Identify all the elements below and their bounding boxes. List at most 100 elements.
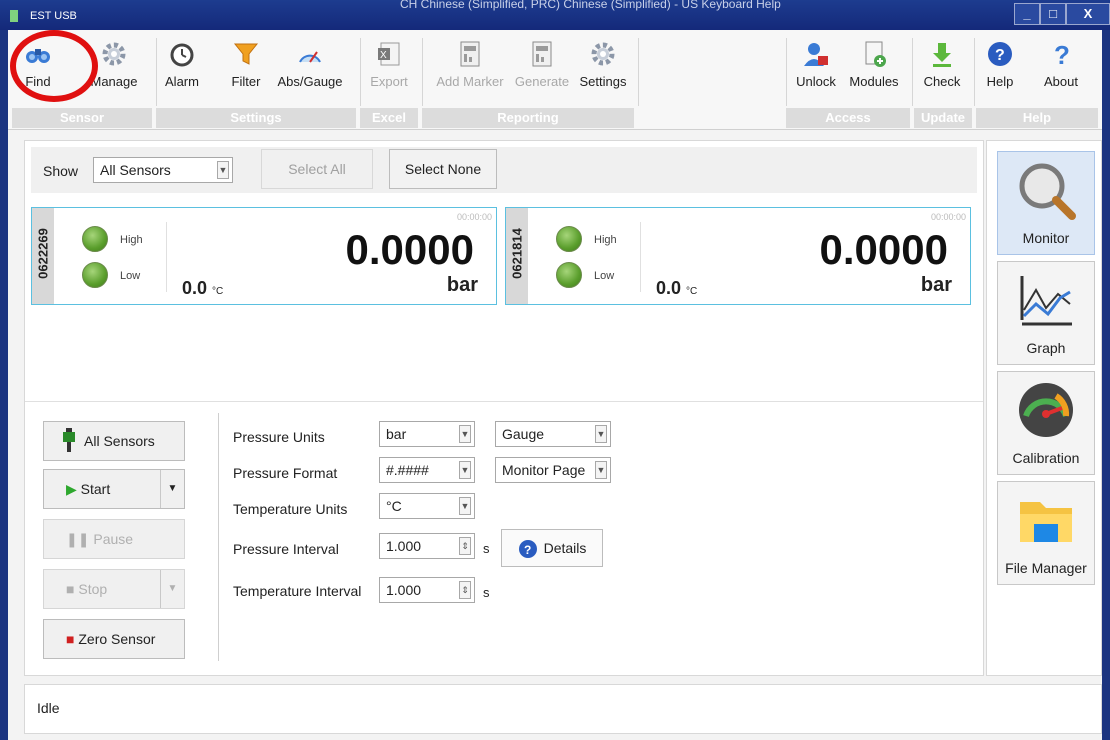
pressure-units-select[interactable]: bar ▼ xyxy=(379,421,475,447)
pressure-format-label: Pressure Format xyxy=(233,465,338,481)
calibration-gauge-icon xyxy=(1019,383,1073,437)
start-label: Start xyxy=(80,481,111,497)
chevron-down-icon[interactable]: ▼ xyxy=(459,425,471,443)
select-none-button[interactable]: Select None xyxy=(389,149,497,189)
svg-text:X: X xyxy=(380,50,387,61)
temperature-units-select[interactable]: °C ▼ xyxy=(379,493,475,519)
svg-text:?: ? xyxy=(1054,40,1070,68)
pressure-format-select[interactable]: #.#### ▼ xyxy=(379,457,475,483)
nav-calibration[interactable]: Calibration xyxy=(997,371,1095,475)
graph-icon xyxy=(1020,276,1072,326)
minimize-button[interactable]: _ xyxy=(1014,3,1040,25)
window-title: EST USB xyxy=(30,10,77,22)
add-document-icon xyxy=(865,41,886,67)
alarm-button[interactable]: Alarm xyxy=(160,40,204,89)
format-page-select[interactable]: Monitor Page ▼ xyxy=(495,457,611,483)
spinner-icon[interactable]: ⇕ xyxy=(459,581,471,599)
zero-sensor-button[interactable]: ■ Zero Sensor xyxy=(43,619,185,659)
check-label: Check xyxy=(923,74,961,89)
ribbon-separator xyxy=(638,38,639,106)
gear-icon xyxy=(102,42,126,66)
pause-button[interactable]: ❚❚ Pause xyxy=(43,519,185,559)
report-icon xyxy=(460,41,480,67)
pressure-units-value: bar xyxy=(386,426,407,442)
temperature-units-value: °C xyxy=(386,498,402,514)
start-dropdown-icon[interactable]: ▼ xyxy=(160,470,184,508)
modules-button[interactable]: Modules xyxy=(844,40,904,89)
report-icon xyxy=(532,41,552,67)
generate-label: Generate xyxy=(514,74,570,89)
stop-button[interactable]: ■ Stop ▼ xyxy=(43,569,185,609)
pressure-mode-value: Gauge xyxy=(502,426,545,442)
details-label: Details xyxy=(543,540,587,556)
details-button[interactable]: ? Details xyxy=(501,529,603,567)
sensor-id-tab: 0621814 xyxy=(506,208,528,304)
group-label-reporting: Reporting xyxy=(422,108,634,128)
check-button[interactable]: Check xyxy=(920,40,964,89)
pressure-value: 0.0000 xyxy=(819,226,948,273)
funnel-icon xyxy=(233,43,259,65)
sensor-card[interactable]: 0622269 High Low 00:00:00 0.0000 bar 0.0… xyxy=(31,207,497,305)
pressure-interval-stepper[interactable]: 1.000 ⇕ xyxy=(379,533,475,559)
nav-monitor[interactable]: Monitor xyxy=(997,151,1095,255)
sensor-id: 0621814 xyxy=(509,228,525,279)
select-all-button[interactable]: Select All xyxy=(261,149,373,189)
close-button[interactable]: X xyxy=(1066,3,1110,25)
show-label: Show xyxy=(43,163,79,179)
unlock-button[interactable]: Unlock xyxy=(790,40,842,89)
download-arrow-icon xyxy=(933,43,951,67)
high-label: High xyxy=(120,234,143,246)
pressure-interval-unit: s xyxy=(483,541,490,556)
chevron-down-icon[interactable]: ▼ xyxy=(595,461,607,479)
sensor-card[interactable]: 0621814 High Low 00:00:00 0.0000 bar 0.0… xyxy=(505,207,971,305)
alarm-label: Alarm xyxy=(165,74,199,89)
chevron-down-icon[interactable]: ▼ xyxy=(217,161,229,179)
filter-label: Filter xyxy=(231,74,261,89)
pause-label: Pause xyxy=(93,531,134,547)
status-text: Idle xyxy=(37,700,60,716)
monitor-label: Monitor xyxy=(1022,230,1070,246)
maximize-button[interactable]: □ xyxy=(1040,3,1066,25)
stop-dropdown-icon[interactable]: ▼ xyxy=(160,570,184,608)
chevron-down-icon[interactable]: ▼ xyxy=(459,461,471,479)
spinner-icon[interactable]: ⇕ xyxy=(459,537,471,555)
stop-icon: ■ xyxy=(66,581,75,597)
group-label-update: Update xyxy=(914,108,972,128)
nav-file-manager[interactable]: File Manager xyxy=(997,481,1095,585)
help-label: Help xyxy=(986,74,1014,89)
play-icon: ▶ xyxy=(66,481,77,497)
filter-button[interactable]: Filter xyxy=(226,40,266,89)
chevron-down-icon[interactable]: ▼ xyxy=(459,497,471,515)
app-icon xyxy=(10,10,18,22)
chevron-down-icon[interactable]: ▼ xyxy=(595,425,607,443)
generate-button[interactable]: Generate xyxy=(510,40,574,89)
pressure-format-value: #.#### xyxy=(386,462,429,478)
settings-button[interactable]: Settings xyxy=(574,40,632,89)
pressure-unit: bar xyxy=(446,274,478,296)
start-button[interactable]: ▶ Start ▼ xyxy=(43,469,185,509)
sensor-filter-select[interactable]: All Sensors ▼ xyxy=(93,157,233,183)
help-circle-icon: ? xyxy=(518,540,537,559)
magnifier-icon xyxy=(1019,163,1076,220)
temperature-value: 0.0 xyxy=(182,278,208,298)
elapsed-time: 00:00:00 xyxy=(456,212,492,222)
export-button[interactable]: X Export xyxy=(366,40,412,89)
all-sensors-button[interactable]: All Sensors xyxy=(43,421,185,461)
view-navigation: Monitor Graph Calibration File Manager xyxy=(986,140,1102,676)
temperature-unit: °C xyxy=(686,286,698,297)
help-button[interactable]: ? Help xyxy=(980,40,1020,89)
add-marker-button[interactable]: Add Marker xyxy=(428,40,512,89)
ime-language-bar[interactable]: CH Chinese (Simplified, PRC) Chinese (Si… xyxy=(400,0,781,11)
abs-gauge-button[interactable]: Abs/Gauge xyxy=(270,40,350,89)
low-label: Low xyxy=(594,270,615,282)
about-button[interactable]: ? About xyxy=(1036,40,1086,89)
temperature-interval-stepper[interactable]: 1.000 ⇕ xyxy=(379,577,475,603)
show-filter-bar: Show All Sensors ▼ Select All Select Non… xyxy=(31,147,977,193)
all-sensors-label: All Sensors xyxy=(84,433,155,449)
gauge-icon xyxy=(299,51,321,63)
sensor-id-tab: 0622269 xyxy=(32,208,54,304)
group-label-settings: Settings xyxy=(156,108,356,128)
pressure-mode-select[interactable]: Gauge ▼ xyxy=(495,421,611,447)
nav-graph[interactable]: Graph xyxy=(997,261,1095,365)
temperature-unit: °C xyxy=(212,286,224,297)
